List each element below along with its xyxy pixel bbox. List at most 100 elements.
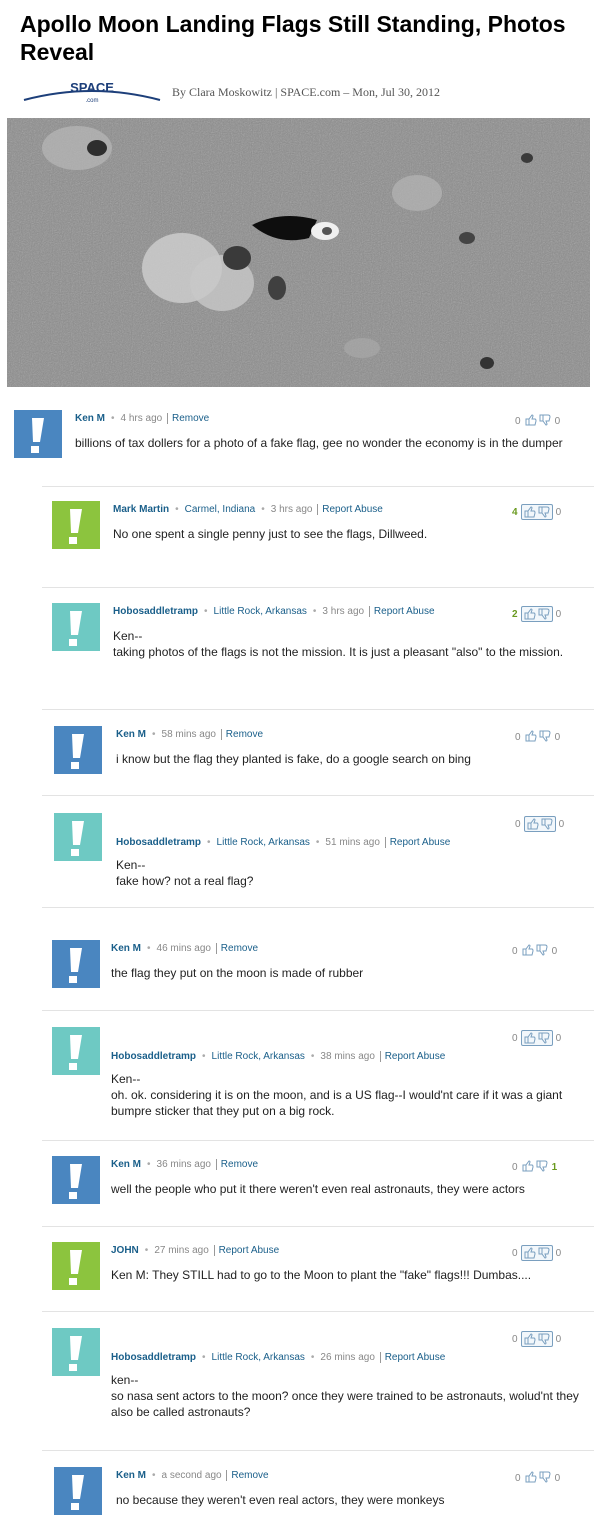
thumbs-down-icon[interactable] — [537, 607, 551, 621]
avatar[interactable] — [54, 813, 102, 861]
vote-buttons — [524, 729, 552, 746]
avatar[interactable] — [14, 410, 62, 458]
username-link[interactable]: Ken M — [116, 729, 146, 740]
avatar[interactable] — [52, 1328, 100, 1376]
thumbs-up-icon[interactable] — [523, 1246, 537, 1260]
remove-link[interactable]: Remove — [215, 1159, 259, 1170]
thumbs-up-icon[interactable] — [524, 1470, 538, 1484]
thumbs-up-icon[interactable] — [523, 505, 537, 519]
vote-controls: 40 — [512, 504, 561, 520]
comment-divider — [42, 486, 594, 487]
thumbs-up-count: 0 — [515, 416, 521, 427]
vote-controls: 00 — [515, 816, 564, 832]
username-link[interactable]: Ken M — [116, 1470, 146, 1481]
logo-text: SPACE — [70, 80, 114, 95]
comment-time: 3 hrs ago — [322, 606, 367, 617]
thumbs-down-icon[interactable] — [537, 1332, 551, 1346]
vote-controls: 00 — [512, 1030, 561, 1046]
report-abuse-link[interactable]: Report Abuse — [213, 1245, 280, 1256]
remove-link[interactable]: Remove — [167, 413, 210, 424]
username-link[interactable]: Ken M — [111, 1159, 141, 1170]
user-location[interactable]: Little Rock, Arkansas — [217, 837, 310, 848]
avatar[interactable] — [52, 603, 100, 651]
remove-link[interactable]: Remove — [226, 1470, 269, 1481]
user-location[interactable]: Little Rock, Arkansas — [212, 1051, 305, 1062]
thumbs-down-count: 0 — [555, 1333, 562, 1345]
separator-dot: • — [202, 1051, 206, 1062]
thumbs-up-count: 2 — [512, 608, 518, 620]
thumbs-up-icon[interactable] — [524, 729, 538, 743]
avatar[interactable] — [52, 940, 100, 988]
comment-text: well the people who put it there weren't… — [111, 1182, 525, 1196]
user-location[interactable]: Little Rock, Arkansas — [212, 1352, 305, 1363]
byline-row: SPACE .com By Clara Moskowitz | SPACE.co… — [22, 78, 582, 108]
thumbs-up-icon[interactable] — [523, 1031, 537, 1045]
space-com-logo[interactable]: SPACE .com — [22, 78, 162, 106]
comment-time: 36 mins ago — [156, 1159, 214, 1170]
report-abuse-link[interactable]: Report Abuse — [317, 504, 383, 515]
username-link[interactable]: Hobosaddletramp — [116, 837, 201, 848]
remove-link[interactable]: Remove — [220, 729, 264, 740]
vote-controls: 00 — [515, 729, 560, 746]
thumbs-up-icon[interactable] — [524, 413, 538, 427]
comment-time: 38 mins ago — [320, 1051, 378, 1062]
user-location[interactable]: Little Rock, Arkansas — [214, 606, 307, 617]
thumbs-up-icon[interactable] — [526, 817, 540, 831]
vote-buttons — [520, 1245, 553, 1261]
username-link[interactable]: JOHN — [111, 1245, 139, 1256]
thumbs-up-icon[interactable] — [523, 1332, 537, 1346]
avatar[interactable] — [52, 501, 100, 549]
comment-time: 3 hrs ago — [270, 504, 316, 515]
username-link[interactable]: Hobosaddletramp — [111, 1051, 196, 1062]
avatar[interactable] — [52, 1242, 100, 1290]
comment-meta: Mark Martin • Carmel, Indiana • 3 hrs ago Re… — [113, 504, 383, 515]
vote-controls: 00 — [512, 943, 557, 960]
thumbs-down-icon[interactable] — [535, 943, 549, 957]
thumbs-up-icon[interactable] — [521, 943, 535, 957]
report-abuse-link[interactable]: Report Abuse — [379, 1051, 446, 1062]
remove-link[interactable]: Remove — [215, 943, 259, 954]
report-abuse-link[interactable]: Report Abuse — [384, 837, 451, 848]
comment-time: a second ago — [161, 1470, 225, 1481]
separator-dot: • — [147, 1159, 151, 1170]
comment-divider — [42, 907, 594, 908]
thumbs-down-icon[interactable] — [537, 1031, 551, 1045]
comment-meta: Hobosaddletramp • Little Rock, Arkansas • 26… — [111, 1352, 446, 1363]
thumbs-up-icon[interactable] — [521, 1159, 535, 1173]
logo-sub: .com — [85, 98, 98, 104]
separator-dot: • — [204, 606, 208, 617]
report-abuse-link[interactable]: Report Abuse — [379, 1352, 446, 1363]
avatar[interactable] — [52, 1156, 100, 1204]
comment-time: 4 hrs ago — [120, 413, 165, 424]
thumbs-down-icon[interactable] — [535, 1159, 549, 1173]
thumbs-down-icon[interactable] — [538, 729, 552, 743]
username-link[interactable]: Ken M — [111, 943, 141, 954]
user-location[interactable]: Carmel, Indiana — [185, 504, 256, 515]
thumbs-up-count: 0 — [515, 1473, 521, 1484]
comment-meta: Ken M • 36 mins ago Remove — [111, 1159, 259, 1170]
thumbs-down-icon[interactable] — [537, 505, 551, 519]
comment-divider — [42, 795, 594, 796]
byline: By Clara Moskowitz | SPACE.com – Mon, Ju… — [172, 85, 440, 99]
username-link[interactable]: Hobosaddletramp — [113, 606, 198, 617]
separator-dot: • — [261, 504, 265, 515]
username-link[interactable]: Hobosaddletramp — [111, 1352, 196, 1363]
article-title: Apollo Moon Landing Flags Still Standing… — [20, 11, 566, 65]
avatar[interactable] — [54, 1467, 102, 1515]
vote-buttons — [524, 413, 552, 430]
comment-time: 46 mins ago — [156, 943, 214, 954]
thumbs-up-icon[interactable] — [523, 607, 537, 621]
thumbs-down-icon[interactable] — [538, 1470, 552, 1484]
comment-meta: Ken M • a second ago Remove — [116, 1470, 269, 1481]
username-link[interactable]: Mark Martin — [113, 504, 169, 515]
comment-divider — [42, 1140, 594, 1141]
thumbs-down-icon[interactable] — [537, 1246, 551, 1260]
comment-text: i know but the flag they planted is fake… — [116, 752, 471, 766]
username-link[interactable]: Ken M — [75, 413, 105, 424]
avatar[interactable] — [54, 726, 102, 774]
thumbs-down-icon[interactable] — [540, 817, 554, 831]
thumbs-down-icon[interactable] — [538, 413, 552, 427]
vote-controls: 00 — [512, 1331, 561, 1347]
report-abuse-link[interactable]: Report Abuse — [368, 606, 435, 617]
avatar[interactable] — [52, 1027, 100, 1075]
